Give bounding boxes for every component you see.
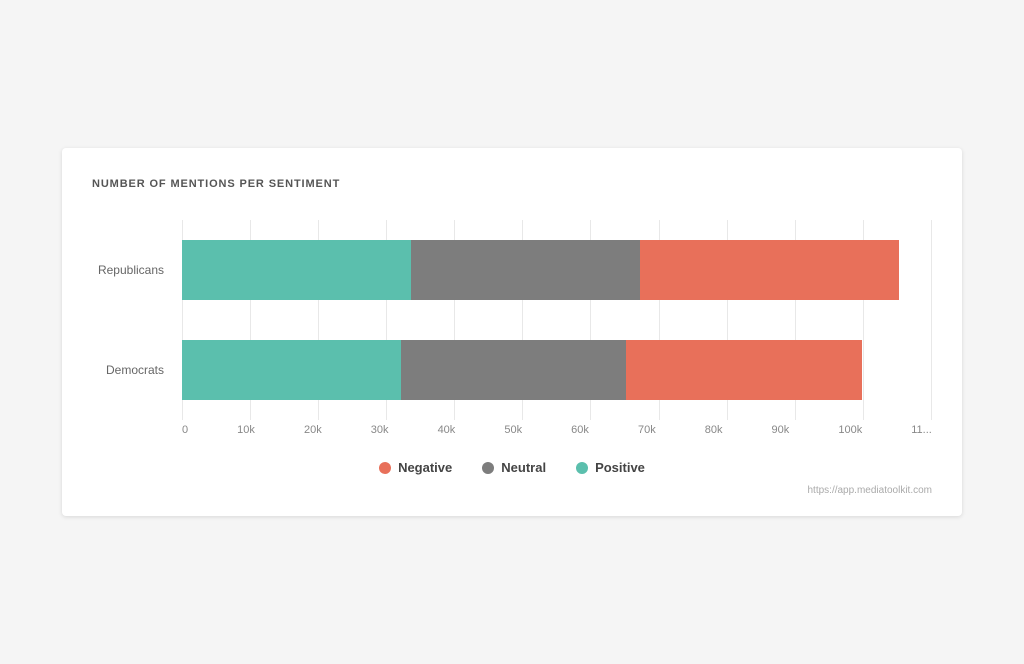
x-label-90k: 90k	[772, 424, 790, 436]
x-axis-row: 0 10k 20k 30k 40k 50k 60k 70k 80k 90k 10…	[92, 424, 932, 436]
legend-label-positive: Positive	[595, 460, 645, 475]
y-axis: Republicans Democrats	[92, 220, 182, 420]
y-label-democrats: Democrats	[92, 363, 172, 377]
legend-dot-neutral	[482, 462, 494, 474]
bars-wrapper	[182, 220, 932, 420]
x-label-20k: 20k	[304, 424, 322, 436]
x-label-100k: 100k	[838, 424, 862, 436]
legend: Negative Neutral Positive	[92, 460, 932, 475]
bar-group-democrats	[182, 340, 887, 400]
x-label-10k: 10k	[237, 424, 255, 436]
bar-democrats-negative	[626, 340, 862, 400]
x-label-110k: 11...	[911, 424, 932, 436]
x-label-50k: 50k	[504, 424, 522, 436]
x-axis-spacer	[92, 424, 182, 436]
legend-dot-positive	[576, 462, 588, 474]
y-label-republicans: Republicans	[92, 263, 172, 277]
x-label-60k: 60k	[571, 424, 589, 436]
legend-dot-negative	[379, 462, 391, 474]
bar-row-republicans	[182, 220, 932, 320]
chart-inner: Republicans Democrats	[92, 220, 932, 420]
bar-republicans-neutral	[411, 240, 640, 300]
legend-label-negative: Negative	[398, 460, 452, 475]
legend-item-neutral: Neutral	[482, 460, 546, 475]
chart-area: Republicans Democrats	[92, 220, 932, 436]
chart-card: NUMBER OF MENTIONS PER SENTIMENT Republi…	[62, 148, 962, 516]
x-label-0: 0	[182, 424, 188, 436]
legend-item-negative: Negative	[379, 460, 452, 475]
bar-republicans-positive	[182, 240, 411, 300]
x-label-80k: 80k	[705, 424, 723, 436]
bar-group-republicans	[182, 240, 910, 300]
x-label-70k: 70k	[638, 424, 656, 436]
legend-item-positive: Positive	[576, 460, 645, 475]
legend-label-neutral: Neutral	[501, 460, 546, 475]
x-axis-labels: 0 10k 20k 30k 40k 50k 60k 70k 80k 90k 10…	[182, 424, 932, 436]
x-label-30k: 30k	[371, 424, 389, 436]
bar-row-democrats	[182, 320, 932, 420]
bar-democrats-neutral	[401, 340, 627, 400]
bar-democrats-positive	[182, 340, 401, 400]
x-label-40k: 40k	[438, 424, 456, 436]
footer-url: https://app.mediatoolkit.com	[92, 485, 932, 496]
chart-title: NUMBER OF MENTIONS PER SENTIMENT	[92, 178, 932, 190]
bar-republicans-negative	[640, 240, 898, 300]
